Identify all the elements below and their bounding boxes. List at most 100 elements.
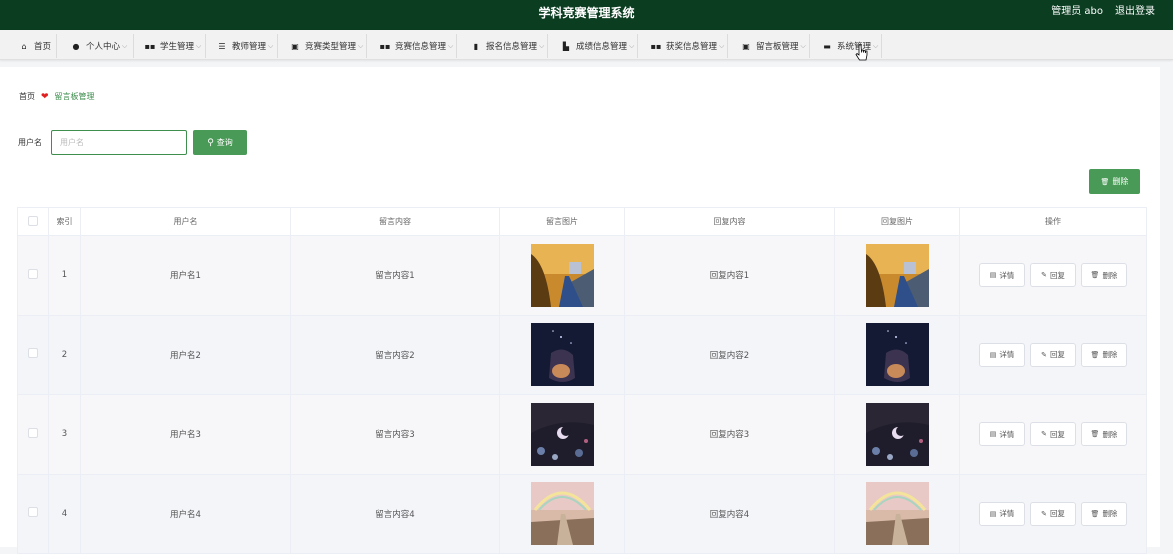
logout-link[interactable]: 退出登录 <box>1115 0 1155 24</box>
chevron-down-icon: ⌵ <box>122 41 128 50</box>
nav-item-students[interactable]: ▪▪ 学生管理 ⌵ <box>140 34 206 58</box>
nav-item-awards[interactable]: ▪▪ 获奖信息管理 ⌵ <box>646 34 728 58</box>
index-cell: 3 <box>48 394 81 475</box>
bulk-delete-label: 删除 <box>1112 177 1129 186</box>
message-cell: 留言内容4 <box>290 473 500 554</box>
reply-cell: 回复内容4 <box>624 473 835 554</box>
reply-button[interactable]: ✎ 回复 <box>1030 422 1076 447</box>
reply-image[interactable] <box>865 323 929 387</box>
clipboard-icon: ▣ <box>291 41 299 51</box>
row-select-cell <box>17 235 49 316</box>
nav-item-label: 竞赛类型管理 <box>305 42 357 52</box>
chevron-down-icon: ⌵ <box>873 41 879 50</box>
trash-icon: 🗑 <box>1090 430 1100 439</box>
reply-button[interactable]: ✎ 回复 <box>1030 263 1076 288</box>
breadcrumb: 首页 ❤ 留言板管理 <box>19 91 95 102</box>
message-image[interactable] <box>530 402 594 466</box>
reply-image[interactable] <box>865 482 929 546</box>
search-label: 用户名 <box>18 138 42 147</box>
select-all-checkbox[interactable] <box>28 215 38 226</box>
reply-image[interactable] <box>865 402 929 466</box>
message-cell: 留言内容2 <box>290 314 500 395</box>
nav-item-label: 留言板管理 <box>756 42 799 52</box>
delete-button[interactable]: 🗑 删除 <box>1081 263 1127 288</box>
reply-image-cell <box>834 235 960 316</box>
message-table: 索引 用户名 留言内容 留言图片 回复内容 回复图片 操作 1 用户名1 留言内… <box>17 207 1147 554</box>
nav-item-registration[interactable]: ▮ 报名信息管理 ⌵ <box>466 34 548 58</box>
nav-item-label: 学生管理 <box>160 42 195 52</box>
breadcrumb-home[interactable]: 首页 <box>19 91 35 102</box>
nav-item-message-board[interactable]: ▣ 留言板管理 ⌵ <box>736 34 810 58</box>
nav-item-competition-types[interactable]: ▣ 竞赛类型管理 ⌵ <box>285 34 367 58</box>
document-icon: ▤ <box>989 271 997 280</box>
reply-image[interactable] <box>865 243 929 307</box>
username-cell: 用户名1 <box>80 235 291 316</box>
trash-icon: 🗑 <box>1090 271 1100 280</box>
chart-icon: ▙ <box>562 41 570 51</box>
chevron-down-icon: ⌵ <box>196 41 202 50</box>
delete-button[interactable]: 🗑 删除 <box>1081 342 1127 367</box>
username-cell: 用户名2 <box>80 314 291 395</box>
message-image-cell <box>499 394 625 475</box>
message-image[interactable] <box>530 482 594 546</box>
detail-button[interactable]: ▤ 详情 <box>979 501 1025 526</box>
detail-button[interactable]: ▤ 详情 <box>979 342 1025 367</box>
reply-label: 回复 <box>1049 270 1065 280</box>
message-image-cell <box>499 314 625 395</box>
reply-cell: 回复内容2 <box>624 314 835 395</box>
bar-chart-icon: ▮ <box>473 41 479 51</box>
sliders-icon: ☰ <box>218 41 226 51</box>
bulk-delete-button[interactable]: 🗑 删除 <box>1089 169 1140 194</box>
breadcrumb-current: 留言板管理 <box>54 92 95 101</box>
row-checkbox[interactable] <box>28 427 38 438</box>
nav-menu: ⌂ 首页 ● 个人中心 ⌵ ▪▪ 学生管理 ⌵ ☰ 教师管理 ⌵ ▣ 竞赛类型管… <box>0 30 1173 60</box>
query-button-label: 查询 <box>216 138 233 147</box>
column-header: 回复内容 <box>624 207 835 236</box>
message-image[interactable] <box>530 243 594 307</box>
column-header: 索引 <box>48 207 81 236</box>
row-select-cell <box>17 314 49 395</box>
username-search-input[interactable] <box>51 130 187 155</box>
delete-button[interactable]: 🗑 删除 <box>1081 422 1127 447</box>
nav-item-home[interactable]: ⌂ 首页 <box>14 34 57 58</box>
row-select-cell <box>17 473 49 554</box>
chevron-down-icon: ⌵ <box>448 41 454 50</box>
table-row: 3 用户名3 留言内容3 回复内容3 ▤ 详情 ✎ 回复 🗑 删除 <box>17 394 1147 475</box>
index-cell: 2 <box>48 314 81 395</box>
reply-label: 回复 <box>1049 429 1065 439</box>
actions-cell: ▤ 详情 ✎ 回复 🗑 删除 <box>959 314 1147 395</box>
nav-item-scores[interactable]: ▙ 成绩信息管理 ⌵ <box>556 34 638 58</box>
edit-icon: ✎ <box>1041 271 1047 280</box>
clipboard-icon: ▣ <box>742 41 750 51</box>
username-cell: 用户名3 <box>80 394 291 475</box>
nav-item-teachers[interactable]: ☰ 教师管理 ⌵ <box>212 34 278 58</box>
message-image[interactable] <box>530 323 594 387</box>
delete-label: 删除 <box>1102 429 1118 439</box>
detail-label: 详情 <box>999 429 1015 439</box>
column-header: 回复图片 <box>834 207 960 236</box>
index-cell: 4 <box>48 473 81 554</box>
pointer-cursor-icon <box>855 44 868 61</box>
reply-button[interactable]: ✎ 回复 <box>1030 342 1076 367</box>
detail-button[interactable]: ▤ 详情 <box>979 422 1025 447</box>
delete-label: 删除 <box>1102 270 1118 280</box>
reply-button[interactable]: ✎ 回复 <box>1030 501 1076 526</box>
row-checkbox[interactable] <box>28 268 38 279</box>
nav-item-system[interactable]: ▬ 系统管理 ⌵ <box>817 34 882 58</box>
row-checkbox[interactable] <box>28 507 38 518</box>
column-header: 留言内容 <box>290 207 500 236</box>
nav-item-competition-info[interactable]: ▪▪ 竞赛信息管理 ⌵ <box>375 34 457 58</box>
detail-button[interactable]: ▤ 详情 <box>979 263 1025 288</box>
delete-button[interactable]: 🗑 删除 <box>1081 501 1127 526</box>
edit-icon: ✎ <box>1041 350 1047 359</box>
reply-cell: 回复内容1 <box>624 235 835 316</box>
row-checkbox[interactable] <box>28 348 38 359</box>
person-icon: ● <box>72 41 80 51</box>
query-button[interactable]: ⚲ 查询 <box>193 130 247 155</box>
search-icon: ⚲ <box>207 137 214 148</box>
reply-image-cell <box>834 473 960 554</box>
reply-label: 回复 <box>1049 509 1065 519</box>
username-cell: 用户名4 <box>80 473 291 554</box>
nav-item-personal[interactable]: ● 个人中心 ⌵ <box>66 34 134 58</box>
column-header: 操作 <box>959 207 1147 236</box>
